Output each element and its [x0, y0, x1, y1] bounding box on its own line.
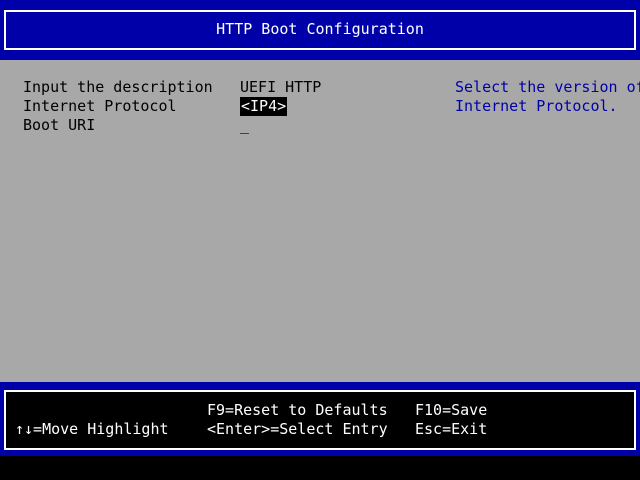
reset-defaults-hint: F9=Reset to Defaults — [207, 401, 388, 419]
internet-protocol-label: Internet Protocol — [23, 97, 177, 115]
internet-protocol-selector[interactable]: <IP4> — [240, 97, 288, 116]
select-entry-hint: <Enter>=Select Entry — [207, 420, 388, 438]
help-text: Select the version of Internet Protocol. — [455, 78, 640, 116]
main-panel: Input the description UEFI HTTP Internet… — [0, 60, 640, 382]
help-line-2: Internet Protocol. — [455, 97, 618, 115]
title-bar: HTTP Boot Configuration — [0, 0, 640, 60]
bios-screen: HTTP Boot Configuration Input the descri… — [0, 0, 640, 480]
exit-hint: Esc=Exit — [415, 420, 488, 438]
move-highlight-hint: ↑↓=Move Highlight — [15, 420, 169, 438]
boot-uri-label: Boot URI — [23, 116, 96, 134]
key-help-bar: ↑↓=Move Highlight F9=Reset to Defaults <… — [0, 382, 640, 456]
boot-uri-field[interactable]: _ — [240, 116, 249, 135]
bottom-strip — [0, 456, 640, 480]
save-hint: F10=Save — [415, 401, 488, 419]
page-title: HTTP Boot Configuration — [216, 20, 424, 38]
help-line-1: Select the version of — [455, 78, 640, 96]
description-label: Input the description — [23, 78, 213, 96]
description-value[interactable]: UEFI HTTP — [240, 78, 321, 97]
